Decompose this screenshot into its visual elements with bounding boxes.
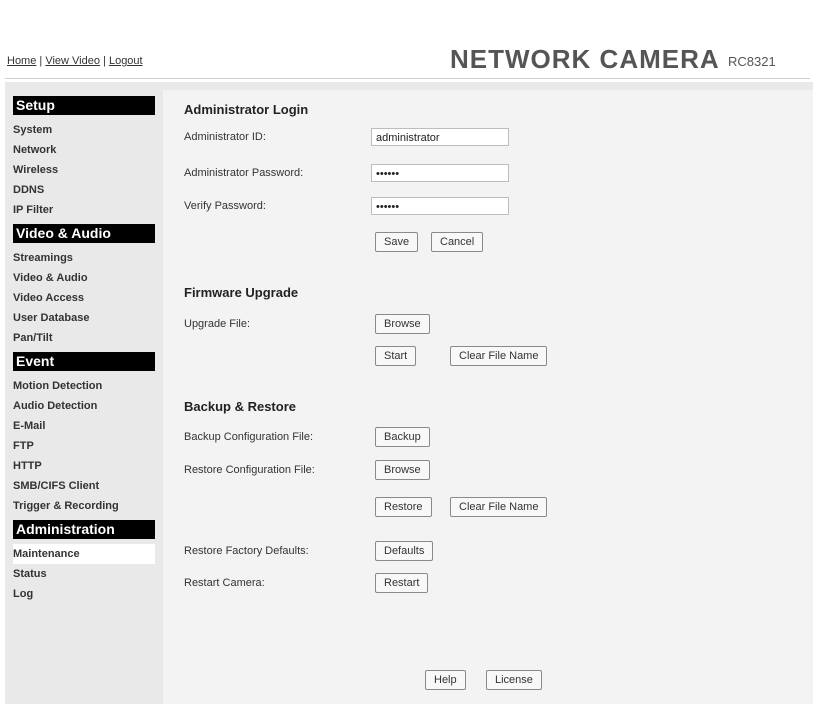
restore-button[interactable]: Restore bbox=[375, 497, 432, 517]
sidebar-item-video-audio[interactable]: Video & Audio bbox=[13, 268, 155, 288]
upgrade-file-label: Upgrade File: bbox=[184, 318, 251, 330]
admin-id-label: Administrator ID: bbox=[184, 131, 266, 143]
cancel-button[interactable]: Cancel bbox=[431, 232, 484, 252]
sidebar-item-motion-detection[interactable]: Motion Detection bbox=[13, 376, 155, 396]
sidebar-section-administration: Administration Maintenance Status Log bbox=[13, 520, 155, 604]
sidebar-item-ftp[interactable]: FTP bbox=[13, 436, 155, 456]
sidebar-item-log[interactable]: Log bbox=[13, 584, 155, 604]
main-content: Administrator Login Administrator ID: ad… bbox=[163, 90, 813, 704]
sidebar-section-event: Event Motion Detection Audio Detection E… bbox=[13, 352, 155, 516]
sidebar-item-system[interactable]: System bbox=[13, 120, 155, 140]
restore-browse-button[interactable]: Browse bbox=[375, 460, 430, 480]
sidebar-item-user-database[interactable]: User Database bbox=[13, 308, 155, 328]
logout-link[interactable]: Logout bbox=[109, 55, 143, 67]
firmware-clear-file-name-button[interactable]: Clear File Name bbox=[450, 346, 548, 366]
verify-password-input[interactable]: •••••• bbox=[371, 197, 509, 215]
link-separator: | bbox=[36, 55, 46, 67]
sidebar-item-ddns[interactable]: DDNS bbox=[13, 180, 155, 200]
sidebar-item-wireless[interactable]: Wireless bbox=[13, 160, 155, 180]
sidebar-section-setup: Setup System Network Wireless DDNS IP Fi… bbox=[13, 96, 155, 220]
firmware-browse-button[interactable]: Browse bbox=[375, 314, 430, 334]
save-button[interactable]: Save bbox=[375, 232, 419, 252]
restore-clear-file-name-button[interactable]: Clear File Name bbox=[450, 497, 548, 517]
sidebar-item-audio-detection[interactable]: Audio Detection bbox=[13, 396, 155, 416]
sidebar-item-maintenance[interactable]: Maintenance bbox=[13, 544, 155, 564]
home-link[interactable]: Home bbox=[7, 55, 36, 67]
sidebar-section-video-audio: Video & Audio Streamings Video & Audio V… bbox=[13, 224, 155, 348]
sidebar-item-video-access[interactable]: Video Access bbox=[13, 288, 155, 308]
backup-restore-heading: Backup & Restore bbox=[184, 399, 296, 414]
help-button[interactable]: Help bbox=[425, 670, 466, 690]
sidebar-heading: Administration bbox=[13, 520, 155, 539]
sidebar-item-status[interactable]: Status bbox=[13, 564, 155, 584]
header-divider bbox=[5, 78, 810, 79]
sidebar-heading: Video & Audio bbox=[13, 224, 155, 243]
sidebar: Setup System Network Wireless DDNS IP Fi… bbox=[13, 96, 155, 608]
sidebar-heading: Event bbox=[13, 352, 155, 371]
brand-title: NETWORK CAMERA bbox=[450, 44, 720, 74]
sidebar-item-streamings[interactable]: Streamings bbox=[13, 248, 155, 268]
backup-button[interactable]: Backup bbox=[375, 427, 430, 447]
top-links: Home | View Video | Logout bbox=[7, 55, 143, 67]
defaults-button[interactable]: Defaults bbox=[375, 541, 434, 561]
admin-id-input[interactable]: administrator bbox=[371, 128, 509, 146]
license-button[interactable]: License bbox=[486, 670, 542, 690]
admin-password-input[interactable]: •••••• bbox=[371, 164, 509, 182]
backup-config-label: Backup Configuration File: bbox=[184, 431, 314, 443]
restart-button[interactable]: Restart bbox=[375, 573, 429, 593]
sidebar-item-email[interactable]: E-Mail bbox=[13, 416, 155, 436]
view-video-link[interactable]: View Video bbox=[45, 55, 100, 67]
sidebar-item-smb-cifs-client[interactable]: SMB/CIFS Client bbox=[13, 476, 155, 496]
restore-config-label: Restore Configuration File: bbox=[184, 464, 315, 476]
start-button[interactable]: Start bbox=[375, 346, 417, 366]
verify-password-label: Verify Password: bbox=[184, 200, 266, 212]
sidebar-heading: Setup bbox=[13, 96, 155, 115]
restart-camera-label: Restart Camera: bbox=[184, 577, 265, 589]
sidebar-item-ip-filter[interactable]: IP Filter bbox=[13, 200, 155, 220]
admin-login-heading: Administrator Login bbox=[184, 102, 309, 117]
factory-defaults-label: Restore Factory Defaults: bbox=[184, 545, 309, 557]
firmware-upgrade-heading: Firmware Upgrade bbox=[184, 285, 299, 300]
admin-password-label: Administrator Password: bbox=[184, 167, 304, 179]
sidebar-item-trigger-recording[interactable]: Trigger & Recording bbox=[13, 496, 155, 516]
model-number: RC8321 bbox=[728, 54, 776, 69]
sidebar-item-http[interactable]: HTTP bbox=[13, 456, 155, 476]
sidebar-item-pan-tilt[interactable]: Pan/Tilt bbox=[13, 328, 155, 348]
link-separator: | bbox=[99, 55, 109, 67]
sidebar-item-network[interactable]: Network bbox=[13, 140, 155, 160]
